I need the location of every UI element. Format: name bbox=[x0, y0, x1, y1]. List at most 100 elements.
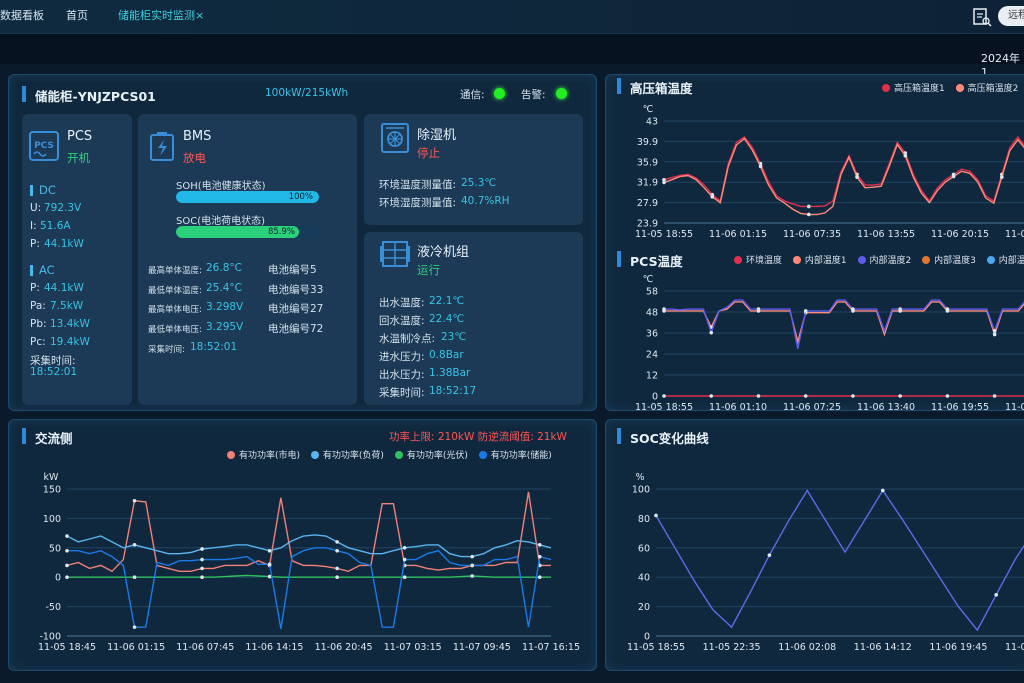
y-tick-label: 150 bbox=[43, 485, 61, 496]
legend-int2: 内部温度2 bbox=[869, 256, 912, 266]
legend-marker bbox=[882, 84, 890, 92]
title-accent bbox=[617, 428, 621, 444]
remote-user-button[interactable]: 远程 bbox=[998, 6, 1024, 26]
bms-time-label: 采集时间: bbox=[148, 345, 185, 355]
data-point bbox=[756, 307, 761, 311]
legend-env: 环境温度 bbox=[746, 256, 783, 266]
bms-row-cell: 电池编号33 bbox=[268, 284, 324, 296]
report-icon[interactable] bbox=[972, 7, 992, 27]
pcs-temp-title: PCS温度 bbox=[630, 254, 683, 269]
bms-row-value: 3.298V bbox=[206, 301, 244, 313]
data-point bbox=[267, 548, 272, 553]
pcs-state: 开机 bbox=[67, 151, 90, 165]
data-point bbox=[402, 575, 407, 579]
svg-text:PCS: PCS bbox=[34, 141, 54, 151]
y-tick-label: -100 bbox=[39, 632, 61, 643]
outlet-pressure-value: 1.38Bar bbox=[429, 367, 471, 379]
soc-chart: 100 80 60 40 20 0% 11-05 18:55 11-05 22:35 11-06… bbox=[627, 472, 1024, 653]
data-point bbox=[470, 574, 475, 578]
data-point bbox=[806, 204, 811, 209]
y-tick-label: 39.9 bbox=[637, 137, 658, 148]
y-tick-label: 36 bbox=[646, 329, 658, 340]
legend-marker bbox=[922, 256, 931, 264]
series-line bbox=[66, 491, 551, 573]
ac-pb-value: 13.4kW bbox=[50, 318, 90, 330]
legend-marker bbox=[857, 256, 866, 264]
tab-home[interactable]: 首页 bbox=[66, 0, 88, 34]
data-point bbox=[1000, 175, 1004, 179]
x-tick-label: 11-06 13:40 bbox=[857, 402, 915, 411]
data-point bbox=[470, 554, 475, 559]
data-point bbox=[806, 212, 811, 217]
data-point bbox=[662, 394, 666, 398]
legend-marker bbox=[955, 84, 964, 92]
data-point bbox=[654, 513, 658, 518]
pcs-card: PCS PCS 开机 DC U: 792.3V I: 51.6A P: 44.1… bbox=[22, 114, 132, 405]
title-accent bbox=[617, 78, 621, 94]
data-point bbox=[132, 625, 137, 629]
pcs-icon: PCS bbox=[29, 131, 59, 161]
dehumidifier-name: 除湿机 bbox=[417, 128, 457, 143]
series-line bbox=[67, 547, 552, 630]
y-tick-label: 23.9 bbox=[637, 219, 658, 230]
tab-dashboard[interactable]: 数据看板 bbox=[0, 0, 44, 34]
data-point bbox=[898, 307, 902, 311]
x-tick-label: 11-06 14:15 bbox=[245, 642, 303, 653]
data-point bbox=[537, 575, 542, 579]
bms-row-cell: 电池编号27 bbox=[268, 303, 324, 315]
env-humidity-value: 40.7%RH bbox=[461, 195, 510, 207]
dc-i-label: I: bbox=[30, 220, 37, 232]
data-point bbox=[65, 534, 69, 538]
tab-cabinet-monitor[interactable]: 储能柜实时监测 bbox=[118, 0, 195, 34]
ac-legend: 有功功率(市电) 有功功率(负荷) 有功功率(光伏) 有功功率(储能) bbox=[219, 448, 552, 461]
dc-p-label: P: bbox=[30, 238, 40, 250]
x-tick-label: 11-06 19:55 bbox=[931, 402, 989, 411]
x-tick-label: 11-06 01:15 bbox=[107, 642, 165, 653]
data-point bbox=[335, 540, 339, 544]
ac-power-chart: 150 100 50 0 -50 -100 kW 11-05 18:45 11-06 01:15… bbox=[38, 472, 580, 653]
data-point bbox=[851, 307, 855, 311]
soc-percent: 85.9% bbox=[267, 227, 295, 237]
ac-side-panel: 交流侧 功率上限: 210kW 防逆流阈值: 21kW 有功功率(市电) 有功功… bbox=[8, 419, 597, 671]
data-point bbox=[402, 546, 407, 550]
y-tick-label: 12 bbox=[646, 371, 658, 382]
y-tick-label: 24 bbox=[646, 350, 658, 361]
bms-row-cell: 电池编号72 bbox=[268, 323, 324, 335]
legend-grid: 有功功率(市电) bbox=[239, 451, 301, 461]
y-tick-label: 0 bbox=[55, 573, 61, 584]
cooling-setpoint-value: 23℃ bbox=[441, 331, 467, 343]
ac-pc-label: Pc: bbox=[30, 336, 46, 348]
legend-marker bbox=[310, 451, 319, 459]
temperature-panel: 高压箱温度 高压箱温度1 高压箱温度2 43 39.9 35.9 31.9 27.9 23… bbox=[605, 74, 1024, 411]
y-axis-unit: ℃ bbox=[643, 104, 654, 115]
bms-row-value: 3.295V bbox=[206, 321, 244, 333]
data-point bbox=[335, 548, 339, 553]
pcs-name: PCS bbox=[67, 129, 93, 144]
series-line bbox=[663, 137, 1024, 216]
x-tick-label: 11-06 07:45 bbox=[176, 642, 234, 653]
legend-marker bbox=[792, 256, 801, 264]
tab-close-icon[interactable]: × bbox=[195, 0, 204, 32]
data-point bbox=[200, 566, 204, 571]
data-point bbox=[662, 307, 666, 311]
y-tick-label: 31.9 bbox=[637, 178, 658, 189]
pcs-time-value: 18:52:01 bbox=[30, 366, 78, 378]
return-temp-value: 22.4℃ bbox=[429, 313, 465, 325]
legend-marker bbox=[986, 256, 995, 264]
alarm-status-indicator bbox=[556, 88, 567, 99]
data-point bbox=[945, 394, 950, 398]
ac-p-value: 44.1kW bbox=[44, 282, 84, 294]
cabinet-title: 储能柜-YNJZPCS01 bbox=[35, 89, 156, 104]
y-tick-label: 100 bbox=[632, 485, 650, 496]
bms-row-label: 最低单体温度: bbox=[148, 286, 202, 296]
data-point bbox=[132, 498, 137, 503]
legend-storage: 有功功率(储能) bbox=[490, 451, 552, 461]
data-point bbox=[992, 332, 997, 337]
y-tick-label: 48 bbox=[646, 308, 658, 319]
legend-int3: 内部温度3 bbox=[934, 256, 976, 266]
series-line bbox=[664, 301, 1024, 345]
legend-marker bbox=[227, 451, 235, 459]
dc-u-value: 792.3V bbox=[44, 202, 82, 214]
ac-pb-label: Pb: bbox=[30, 318, 47, 330]
ac-pa-label: Pa: bbox=[30, 300, 46, 312]
